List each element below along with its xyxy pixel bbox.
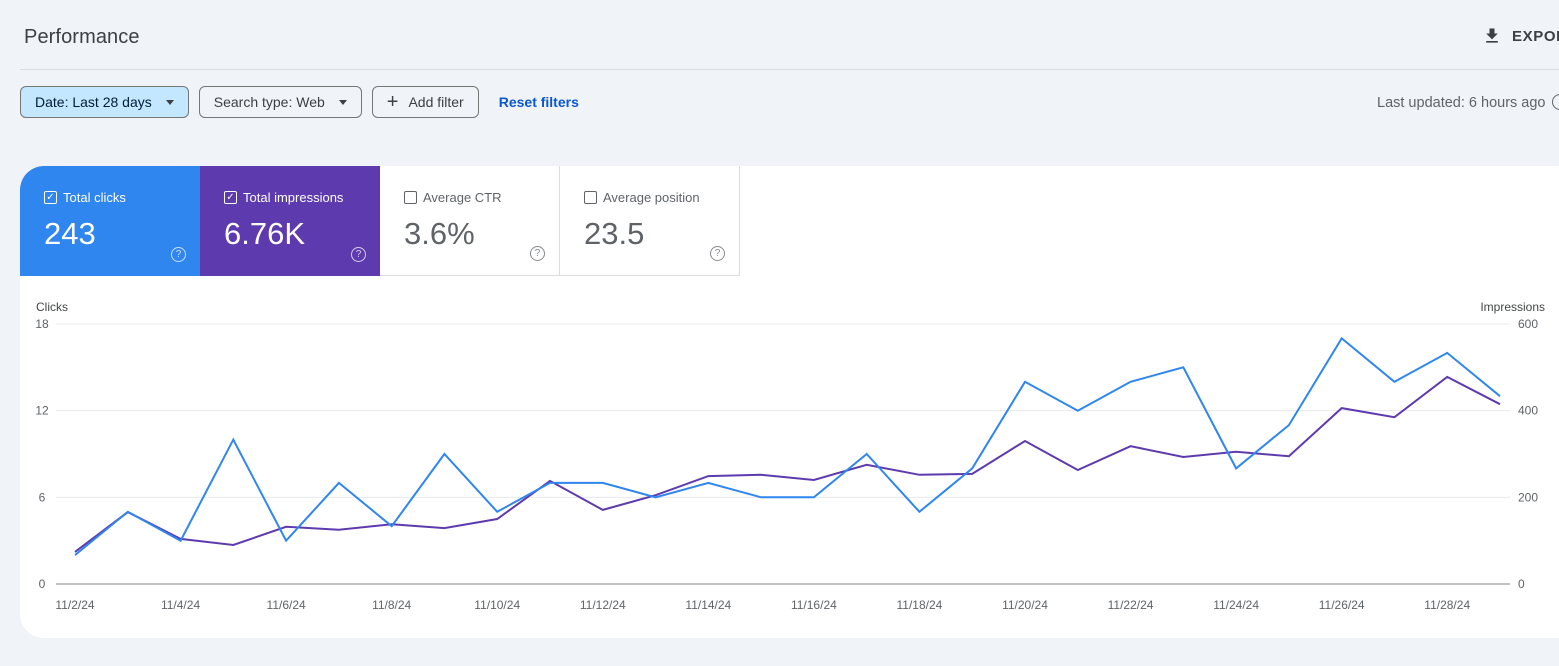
chart-svg: Clicks Impressions 0 0 6 200 12 400 18 600 11/2… <box>35 300 1545 612</box>
filter-bar: Date: Last 28 days Search type: Web + Ad… <box>20 86 579 118</box>
series-line-impressions[interactable] <box>74 375 1501 553</box>
checkbox-checked-icon[interactable]: ✓ <box>224 191 237 204</box>
last-updated: Last updated: 6 hours ago <box>1377 94 1559 111</box>
plus-icon: + <box>386 91 399 113</box>
y-tick-right: 400 <box>1518 404 1538 418</box>
x-tick-label: 11/2/24 <box>55 598 94 612</box>
x-tick-label: 11/6/24 <box>267 598 306 612</box>
x-tick-label: 11/28/24 <box>1424 598 1470 612</box>
caret-down-icon <box>338 99 347 105</box>
metric-label: Average CTR <box>423 190 502 205</box>
y-tick-left: 18 <box>35 317 49 331</box>
search-type-chip[interactable]: Search type: Web <box>198 86 362 118</box>
info-icon[interactable] <box>1551 94 1559 110</box>
metric-value: 243 <box>44 216 96 251</box>
metric-value: 23.5 <box>584 216 645 251</box>
metric-value: 3.6% <box>404 216 475 251</box>
page-title: Performance <box>24 26 140 48</box>
date-filter-label: Date: Last 28 days <box>35 94 152 110</box>
reset-filters-link[interactable]: Reset filters <box>499 94 579 110</box>
y-axis-left-title: Clicks <box>36 300 68 314</box>
series-line-clicks[interactable] <box>74 336 1501 556</box>
checkbox-unchecked-icon[interactable] <box>404 191 417 204</box>
help-icon[interactable]: ? <box>351 247 366 262</box>
x-tick-label: 11/4/24 <box>161 598 200 612</box>
add-filter-label: Add filter <box>408 94 464 110</box>
metric-average-position[interactable]: Average position 23.5 ? <box>560 166 740 276</box>
performance-chart: Clicks Impressions 0 0 6 200 12 400 18 600 11/2… <box>20 276 1559 638</box>
x-tick-label: 11/10/24 <box>474 598 520 612</box>
performance-card: ✓ Total clicks 243 ? ✓ Total impressions 6… <box>20 166 1559 638</box>
help-icon[interactable]: ? <box>171 247 186 262</box>
x-tick-label: 11/12/24 <box>580 598 626 612</box>
y-tick-left: 6 <box>39 490 46 504</box>
y-tick-right: 600 <box>1518 317 1538 331</box>
add-filter-button[interactable]: + Add filter <box>371 86 479 118</box>
download-icon <box>1486 28 1498 43</box>
checkbox-unchecked-icon[interactable] <box>584 191 597 204</box>
y-tick-left: 0 <box>39 577 46 591</box>
y-tick-right: 0 <box>1518 577 1525 591</box>
metric-tabs: ✓ Total clicks 243 ? ✓ Total impressions 6… <box>20 166 1559 276</box>
search-type-label: Search type: Web <box>213 94 325 110</box>
metric-label: Average position <box>603 190 700 205</box>
metric-label: Total impressions <box>243 190 344 205</box>
checkbox-checked-icon[interactable]: ✓ <box>44 191 57 204</box>
metric-total-clicks[interactable]: ✓ Total clicks 243 ? <box>20 166 200 276</box>
y-axis-right-title: Impressions <box>1480 300 1545 314</box>
help-icon[interactable]: ? <box>710 246 725 261</box>
x-tick-label: 11/20/24 <box>1002 598 1048 612</box>
last-updated-text: Last updated: 6 hours ago <box>1377 95 1546 111</box>
metric-value: 6.76K <box>224 216 306 251</box>
date-filter-chip[interactable]: Date: Last 28 days <box>20 86 189 118</box>
x-tick-label: 11/24/24 <box>1213 598 1259 612</box>
header-divider <box>20 69 1559 70</box>
y-tick-left: 12 <box>35 404 49 418</box>
x-tick-label: 11/18/24 <box>897 598 943 612</box>
help-icon[interactable]: ? <box>530 246 545 261</box>
x-tick-label: 11/8/24 <box>372 598 411 612</box>
metric-label: Total clicks <box>63 190 126 205</box>
y-tick-right: 200 <box>1518 490 1538 504</box>
export-label: EXPORT <box>1512 27 1559 45</box>
x-tick-label: 11/26/24 <box>1319 598 1365 612</box>
metric-total-impressions[interactable]: ✓ Total impressions 6.76K ? <box>200 166 380 276</box>
metric-average-ctr[interactable]: Average CTR 3.6% ? <box>380 166 560 276</box>
x-tick-label: 11/22/24 <box>1108 598 1154 612</box>
caret-down-icon <box>165 99 174 105</box>
x-tick-label: 11/14/24 <box>685 598 731 612</box>
x-tick-label: 11/16/24 <box>791 598 837 612</box>
export-button[interactable]: EXPORT <box>1482 26 1559 46</box>
